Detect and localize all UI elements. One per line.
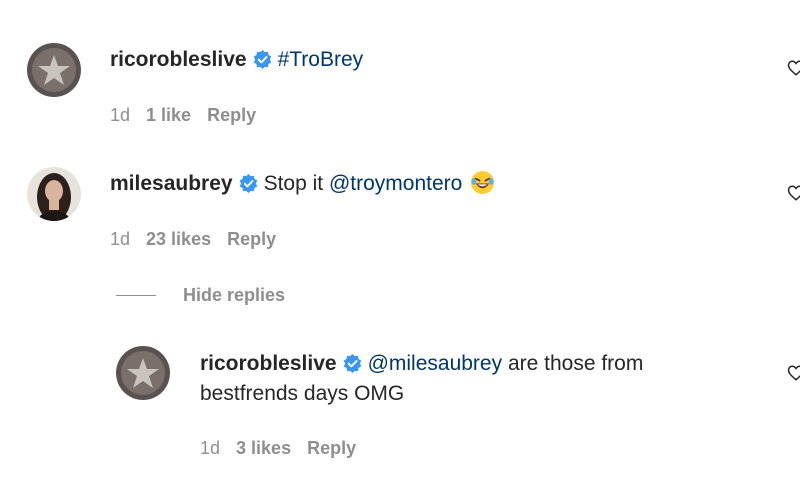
avatar-ricorobleslive-reply[interactable] xyxy=(116,346,170,400)
like-heart-icon[interactable] xyxy=(787,59,800,77)
hide-replies-label: Hide replies xyxy=(183,285,286,305)
comment-1-meta: 1d 1 like Reply xyxy=(110,103,272,127)
hide-replies-divider xyxy=(116,295,156,296)
comment-2-time[interactable]: 1d xyxy=(110,229,130,249)
reply-comment-line: ricorobleslive @milesaubrey are those fro… xyxy=(200,349,643,379)
reply-comment-reply-button[interactable]: Reply xyxy=(307,438,356,458)
avatar-milesaubrey[interactable] xyxy=(27,167,81,221)
reply-comment-mention[interactable]: @milesaubrey xyxy=(368,352,503,375)
comment-2-username[interactable]: milesaubrey xyxy=(110,172,233,195)
comment-2-meta: 1d 23 likes Reply xyxy=(110,227,292,251)
comment-1-hashtag[interactable]: #TroBrey xyxy=(278,48,364,71)
verified-badge-icon xyxy=(239,174,257,193)
reply-comment-text-line1: are those from xyxy=(507,352,644,375)
like-heart-icon[interactable] xyxy=(787,364,800,382)
verified-badge-icon xyxy=(253,50,271,69)
avatar-ricorobleslive[interactable] xyxy=(27,43,81,97)
reply-comment-time[interactable]: 1d xyxy=(200,438,220,458)
comment-1-time[interactable]: 1d xyxy=(110,105,130,125)
reply-comment-likes[interactable]: 3 likes xyxy=(236,438,291,458)
comment-2-reply-button[interactable]: Reply xyxy=(227,229,276,249)
comment-2-likes[interactable]: 23 likes xyxy=(146,229,211,249)
reply-comment-username[interactable]: ricorobleslive xyxy=(200,352,337,375)
comment-1-reply-button[interactable]: Reply xyxy=(207,105,256,125)
reply-comment-text-line2: bestfrends days OMG xyxy=(200,382,405,405)
comment-1-username[interactable]: ricorobleslive xyxy=(110,48,247,71)
reply-comment-meta: 1d 3 likes Reply xyxy=(200,436,372,460)
like-heart-icon[interactable] xyxy=(787,184,800,202)
verified-badge-icon xyxy=(343,354,361,373)
comment-2-line: milesaubrey Stop it @troymontero xyxy=(110,169,495,199)
comment-1-likes[interactable]: 1 like xyxy=(146,105,191,125)
comments-thread: ricorobleslive #TroBrey 1d 1 like Reply mil… xyxy=(0,0,800,479)
laughing-face-emoji-icon xyxy=(471,170,495,195)
comment-2-text: Stop it xyxy=(263,172,324,195)
comment-1-line: ricorobleslive #TroBrey xyxy=(110,45,363,75)
comment-2-mention[interactable]: @troymontero xyxy=(329,172,462,195)
